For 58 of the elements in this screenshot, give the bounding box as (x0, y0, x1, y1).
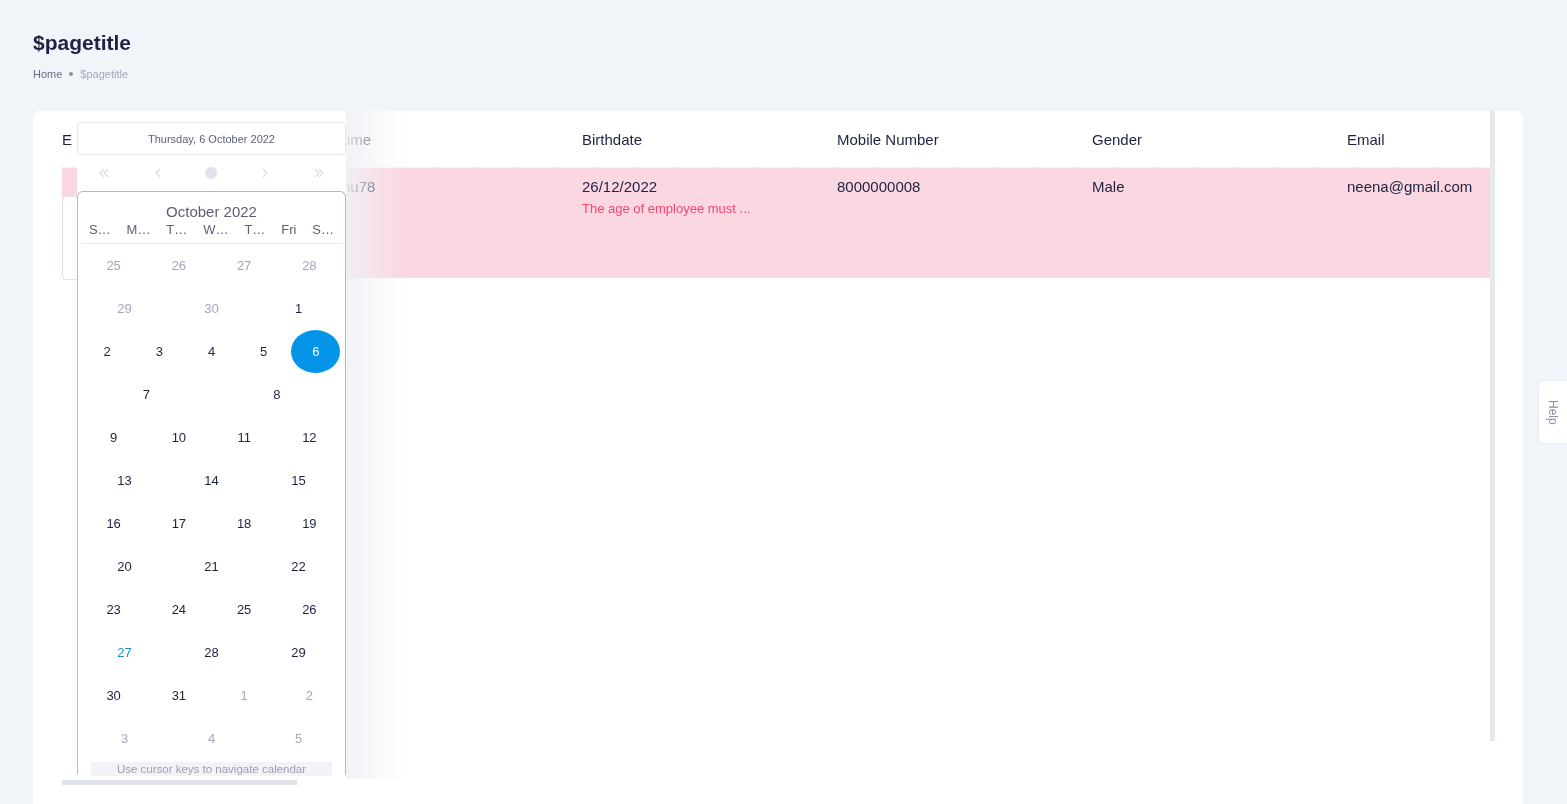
calendar-day[interactable]: 3 (149, 344, 170, 359)
table-cell-text: 8000000008 (837, 178, 922, 195)
calendar-day[interactable]: 28 (201, 645, 222, 660)
double-chevron-left-icon[interactable] (97, 167, 110, 179)
calendar-day[interactable]: 12 (299, 430, 320, 445)
breadcrumb-separator (69, 72, 74, 76)
weekday-label: T… (166, 222, 188, 237)
calendar-day[interactable]: 11 (234, 430, 255, 445)
weekday-label: T… (244, 222, 266, 237)
dot-icon[interactable] (205, 167, 218, 179)
calendar-day[interactable]: 23 (103, 602, 124, 617)
calendar-day[interactable]: 13 (114, 473, 135, 488)
weekday-label: M… (126, 222, 151, 237)
calendar-day[interactable]: 30 (103, 688, 124, 703)
column-header: Mobile Number (837, 130, 939, 148)
selected-date-label: Thursday, 6 October 2022 (77, 122, 346, 155)
calendar-day[interactable]: 26 (299, 602, 320, 617)
double-chevron-right-icon[interactable] (313, 167, 326, 179)
breadcrumb-link[interactable]: Home (33, 68, 63, 80)
calendar-day[interactable]: 1 (288, 301, 309, 316)
column-header: Gender (1092, 130, 1143, 148)
calendar-day[interactable]: 31 (168, 688, 189, 703)
calendar-day[interactable]: 5 (253, 344, 274, 359)
calendar-day[interactable]: 22 (288, 559, 309, 574)
calendar-day[interactable]: 7 (136, 387, 157, 402)
table-cell-text: neena@gmail.com (1347, 178, 1474, 195)
page-title: $pagetitle (33, 30, 133, 56)
table-cell-text: 26/12/2022 (582, 178, 659, 195)
column-header: Birthdate (582, 130, 643, 148)
calendar-hint: Use cursor keys to navigate calendar (91, 762, 332, 776)
weekday-label: Fri (281, 222, 297, 237)
calendar-day[interactable]: 29 (288, 645, 309, 660)
calendar-day[interactable]: 24 (168, 602, 189, 617)
calendar-day[interactable]: 18 (234, 516, 255, 531)
breadcrumb-current: $pagetitle (80, 68, 129, 80)
calendar-day[interactable]: 4 (201, 344, 222, 359)
calendar-day[interactable]: 16 (103, 516, 124, 531)
calendar-day[interactable]: 15 (288, 473, 309, 488)
calendar-day[interactable]: 17 (168, 516, 189, 531)
calendar-day[interactable]: 8 (266, 387, 287, 402)
weekday-label: S… (312, 222, 335, 237)
column-header: E (62, 130, 72, 148)
scrollbar[interactable] (1490, 111, 1495, 741)
weekday-label: S… (88, 222, 111, 237)
table-cell-text: Male (1092, 178, 1126, 195)
calendar-day[interactable]: 9 (103, 430, 124, 445)
weekday-label: W… (203, 222, 229, 237)
calendar-day[interactable]: 19 (299, 516, 320, 531)
error-message: The age of employee must ... (582, 201, 752, 216)
column-header: Email (1347, 130, 1385, 148)
calendar-day[interactable]: 10 (168, 430, 189, 445)
calendar-day[interactable]: 21 (201, 559, 222, 574)
calendar-day[interactable]: 2 (97, 344, 118, 359)
scrollbar[interactable] (62, 780, 297, 785)
calendar-day[interactable]: 25 (234, 602, 255, 617)
calendar-day[interactable]: 14 (201, 473, 222, 488)
month-title: October 2022 (165, 203, 258, 220)
calendar-day[interactable]: 20 (114, 559, 135, 574)
